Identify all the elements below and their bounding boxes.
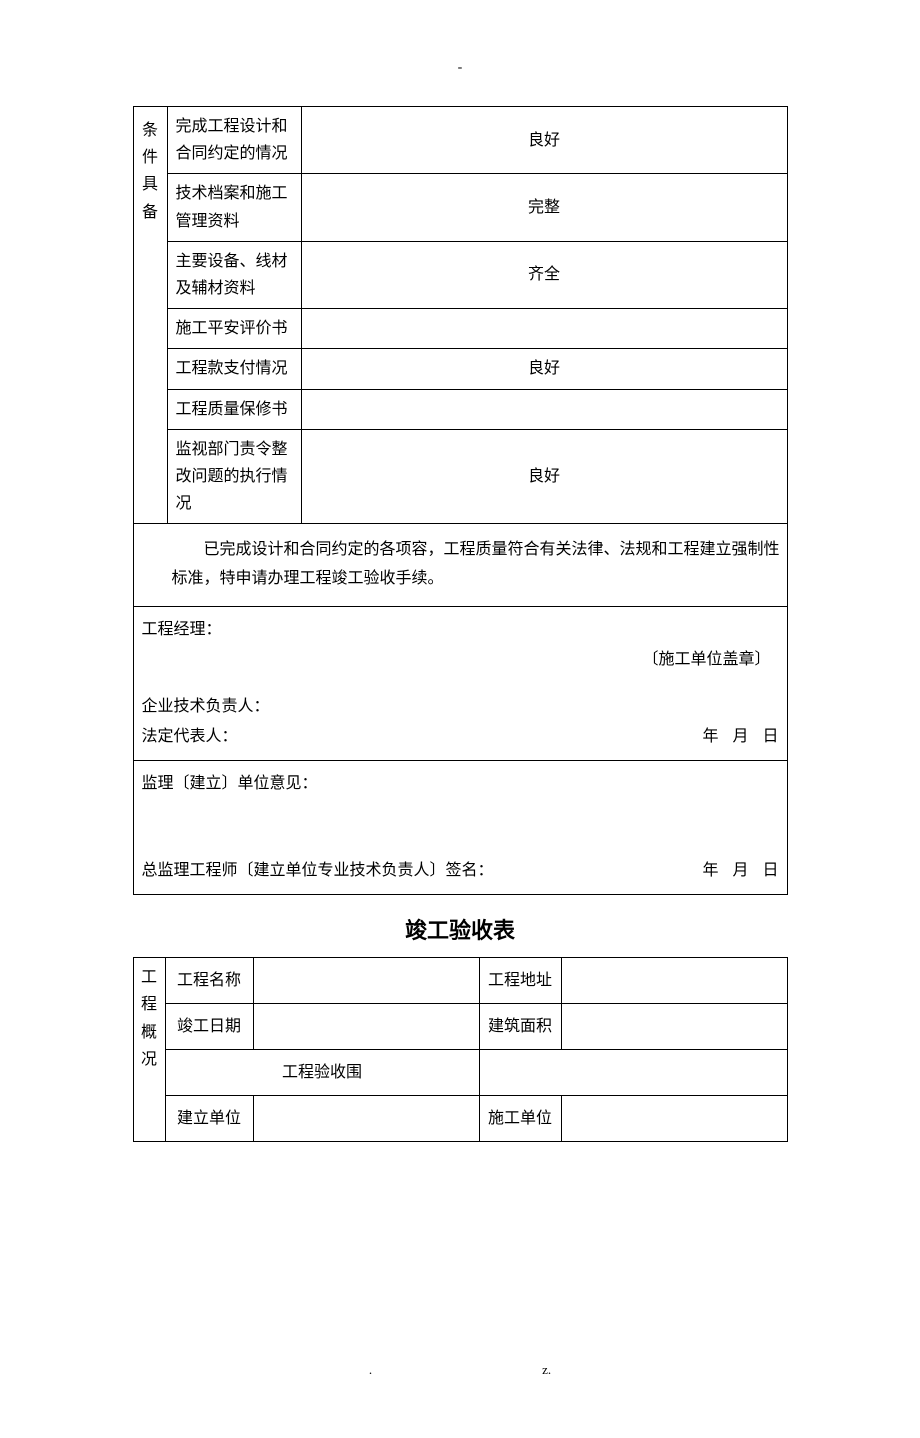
t2-construction-unit-label: 建立单位 [165, 1096, 253, 1142]
t2-builder-unit-value [561, 1096, 787, 1142]
cond-label-0: 完成工程设计和合同约定的情况 [167, 107, 301, 174]
stamp-note: 〔施工单位盖章〕 [142, 645, 779, 675]
t2-completion-date-label: 竣工日期 [165, 1004, 253, 1050]
acceptance-table-title: 竣工验收表 [133, 913, 788, 945]
t2-acceptance-scope-label: 工程验收围 [165, 1050, 479, 1096]
t2-project-addr-label: 工程地址 [479, 958, 561, 1004]
t2-project-addr-value [561, 958, 787, 1004]
t2-building-area-value [561, 1004, 787, 1050]
footer-marks: . z. [133, 1362, 788, 1378]
t2-builder-unit-label: 施工单位 [479, 1096, 561, 1142]
conditions-section-label: 条件具备 [133, 107, 167, 524]
acceptance-table: 工程概况 工程名称 工程地址 竣工日期 建筑面积 工程验收围 建立单位 施工单位 [133, 957, 788, 1142]
cond-value-1: 完整 [301, 174, 787, 241]
t2-project-name-value [253, 958, 479, 1004]
conditions-table: 条件具备 完成工程设计和合同约定的情况 良好 技术档案和施工管理资料 完整 主要… [133, 106, 788, 895]
overview-section-label: 工程概况 [133, 958, 165, 1142]
t2-project-name-label: 工程名称 [165, 958, 253, 1004]
supervision-opinion-label: 监理〔建立〕单位意见： [142, 769, 779, 799]
cond-label-1: 技术档案和施工管理资料 [167, 174, 301, 241]
t2-building-area-label: 建筑面积 [479, 1004, 561, 1050]
document-page: - 条件具备 完成工程设计和合同约定的情况 良好 技术档案和施工管理资料 完整 … [133, 60, 788, 1378]
tech-lead-label: 企业技术负责人： [142, 692, 779, 722]
cond-value-4: 良好 [301, 349, 787, 389]
cond-label-6: 监视部门责令整改问题的执行情况 [167, 429, 301, 524]
chief-engineer-sign-label: 总监理工程师〔建立单位专业技术负责人〕签名： [142, 856, 494, 886]
statement-text: 已完成设计和合同约定的各项容，工程质量符合有关法律、法规和工程建立强制性标准，特… [138, 536, 783, 594]
legal-rep-label: 法定代表人： [142, 722, 238, 752]
t2-construction-unit-value [253, 1096, 479, 1142]
t2-acceptance-scope-value [479, 1050, 787, 1096]
signature-block-construction: 工程经理： 〔施工单位盖章〕 企业技术负责人： 法定代表人： 年月日 [133, 606, 787, 761]
cond-value-2: 齐全 [301, 241, 787, 308]
cond-label-4: 工程款支付情况 [167, 349, 301, 389]
footer-dot: . [369, 1362, 372, 1378]
pm-label: 工程经理： [142, 615, 779, 645]
cond-value-6: 良好 [301, 429, 787, 524]
cond-label-3: 施工平安评价书 [167, 309, 301, 349]
t2-completion-date-value [253, 1004, 479, 1050]
cond-label-5: 工程质量保修书 [167, 389, 301, 429]
date-fields-2: 年月日 [688, 856, 778, 886]
cond-value-0: 良好 [301, 107, 787, 174]
date-fields-1: 年月日 [688, 722, 778, 752]
header-dash: - [133, 60, 788, 76]
signature-block-supervision: 监理〔建立〕单位意见： 总监理工程师〔建立单位专业技术负责人〕签名： 年月日 [133, 761, 787, 895]
statement-cell: 已完成设计和合同约定的各项容，工程质量符合有关法律、法规和工程建立强制性标准，特… [133, 524, 787, 607]
cond-label-2: 主要设备、线材及辅材资料 [167, 241, 301, 308]
cond-value-5 [301, 389, 787, 429]
cond-value-3 [301, 309, 787, 349]
footer-z: z. [542, 1362, 551, 1378]
